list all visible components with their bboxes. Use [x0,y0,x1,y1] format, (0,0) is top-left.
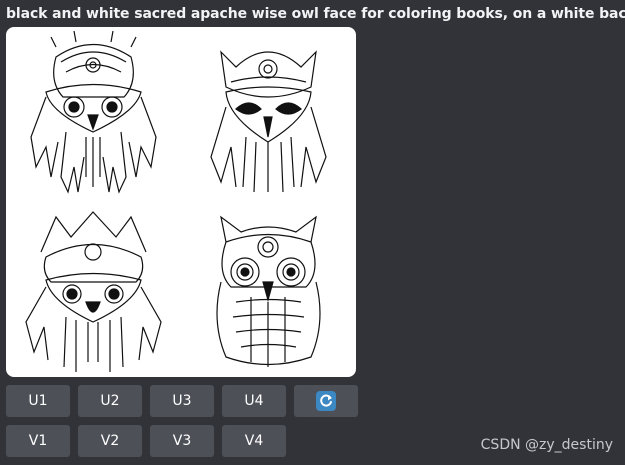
owl-image-4[interactable] [181,202,356,377]
upscale-button-u3[interactable]: U3 [150,385,214,417]
reroll-button[interactable] [294,385,358,417]
prompt-text: black and white sacred apache wise owl f… [6,6,625,22]
owl-image-2[interactable] [181,27,356,202]
watermark-text: CSDN @zy_destiny [480,437,613,453]
variation-button-v4[interactable]: V4 [222,425,286,457]
upscale-button-u4[interactable]: U4 [222,385,286,417]
owl-image-3[interactable] [6,202,181,377]
owl-illustration-icon [30,30,157,194]
upscale-button-u2[interactable]: U2 [78,385,142,417]
image-grid[interactable] [6,27,356,377]
upscale-button-u1[interactable]: U1 [6,385,70,417]
variation-button-v1[interactable]: V1 [6,425,70,457]
variation-button-v2[interactable]: V2 [78,425,142,457]
owl-illustration-icon [210,50,327,193]
owl-image-1[interactable] [6,27,181,202]
variation-button-v3[interactable]: V3 [150,425,214,457]
owl-illustration-icon [25,211,162,372]
reroll-icon [316,391,336,411]
owl-illustration-icon [216,215,321,367]
